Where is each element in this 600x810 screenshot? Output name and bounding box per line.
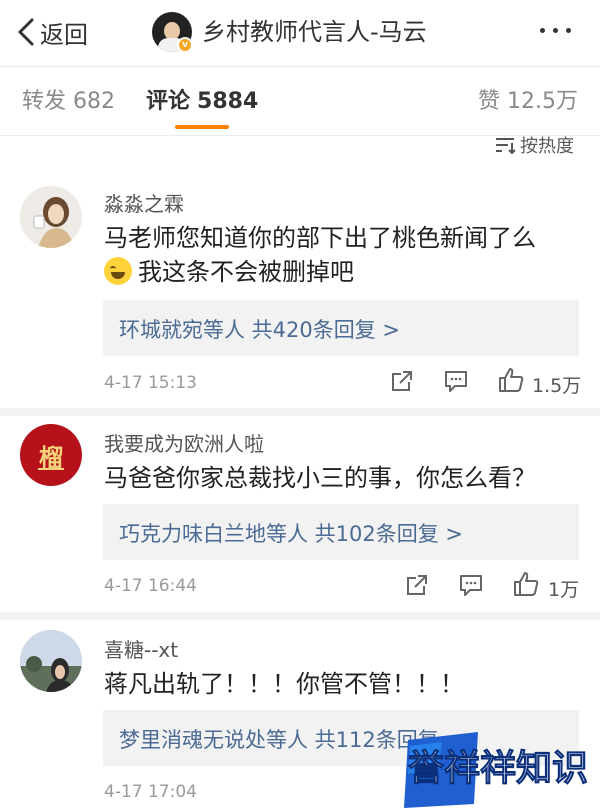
chevron-left-icon (18, 18, 34, 46)
like-count: 1.5万 (532, 375, 582, 397)
more-options-icon[interactable] (540, 28, 571, 33)
verified-badge-icon: v (177, 37, 193, 53)
commenter-avatar[interactable]: 榴 (20, 424, 82, 486)
tab-comment[interactable]: 评论 5884 (146, 87, 258, 117)
comment-username[interactable]: 我要成为欧洲人啦 (104, 428, 264, 457)
comment-timestamp: 4-17 15:13 (104, 373, 197, 393)
nav-bar: 返回 v 乡村教师代言人-马云 (0, 0, 600, 66)
share-icon[interactable] (404, 572, 430, 598)
comment-text: 马爸爸你家总裁找小三的事，你怎么看？ (104, 464, 536, 492)
comment-timestamp: 4-17 16:44 (104, 576, 197, 596)
share-icon[interactable] (389, 368, 415, 394)
comment-username[interactable]: 淼淼之霖 (104, 188, 184, 217)
reply-summary-box[interactable]: 巧克力味白兰地等人 共102条回复 > (103, 504, 579, 560)
comment-divider (0, 408, 600, 416)
sort-icon (496, 138, 516, 154)
like-thumb-icon[interactable] (497, 366, 525, 394)
tab-repost-count: 682 (73, 89, 116, 114)
tab-like[interactable]: 赞 12.5万 (478, 87, 578, 117)
tab-bar: 转发 682 评论 5884 赞 12.5万 (0, 66, 600, 136)
commenter-avatar[interactable] (20, 630, 82, 692)
comment-text-line2: 我这条不会被删掉吧 (104, 254, 354, 290)
tab-repost[interactable]: 转发 682 (22, 87, 115, 117)
commenter-avatar[interactable] (20, 186, 82, 248)
comment-text: 蒋凡出轨了！！！你管不管！！！ (104, 670, 464, 698)
watermark-text: 誉祥祥知识 (408, 748, 588, 789)
reply-summary-link[interactable]: 巧克力味白兰地等人 共102条回复 > (119, 518, 463, 548)
reply-summary-box[interactable]: 环城就宛等人 共420条回复 > (103, 300, 579, 356)
like-count: 1万 (548, 579, 580, 601)
back-button[interactable]: 返回 (16, 12, 88, 52)
laughing-crying-emoji-icon (104, 257, 132, 285)
comment-item: 榴 我要成为欧洲人啦 马爸爸你家总裁找小三的事，你怎么看？ 巧克力味白兰地等人 … (0, 416, 600, 616)
comment-item: 淼淼之霖 马老师您知道你的部下出了桃色新闻了么 我这条不会被删掉吧 环城就宛等人… (0, 178, 600, 410)
reply-summary-link[interactable]: 梦里消魂无说处等人 共112条回复 (119, 724, 439, 754)
like-thumb-icon[interactable] (512, 570, 540, 598)
active-tab-indicator (175, 125, 229, 129)
reply-summary-link[interactable]: 环城就宛等人 共420条回复 > (119, 314, 400, 344)
page-title: 乡村教师代言人-马云 (202, 18, 427, 46)
comment-timestamp: 4-17 17:04 (104, 782, 197, 802)
back-label: 返回 (40, 20, 88, 49)
reply-comment-icon[interactable] (458, 572, 484, 598)
sort-by-hot-button[interactable]: 按热度 (494, 132, 574, 158)
watermark-logo: 誉祥祥知识 (400, 720, 600, 810)
comment-username[interactable]: 喜糖--xt (104, 634, 178, 663)
tab-like-label: 赞 (478, 89, 501, 114)
comment-text: 马老师您知道你的部下出了桃色新闻了么 (104, 224, 536, 252)
tab-comment-count: 5884 (197, 89, 259, 114)
reply-comment-icon[interactable] (443, 368, 469, 394)
sort-label: 按热度 (520, 136, 574, 157)
tab-repost-label: 转发 (22, 89, 67, 114)
comment-text-continued: 我这条不会被删掉吧 (138, 258, 354, 286)
tab-comment-label: 评论 (146, 89, 191, 114)
tab-like-count: 12.5万 (507, 89, 579, 114)
comment-divider (0, 612, 600, 620)
